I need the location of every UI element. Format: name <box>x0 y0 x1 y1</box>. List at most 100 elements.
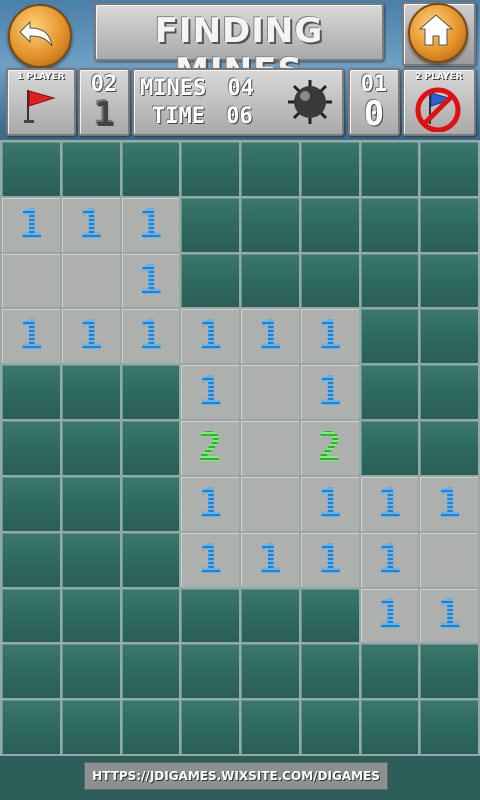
cell-number: 1 <box>78 313 103 360</box>
cell-revealed[interactable]: 1 <box>241 309 299 364</box>
cell-hidden[interactable] <box>420 365 478 420</box>
cell-revealed[interactable] <box>241 365 299 420</box>
cell-hidden[interactable] <box>300 588 359 643</box>
cell-revealed[interactable]: 1 <box>360 476 419 531</box>
cell-revealed[interactable]: 1 <box>300 476 359 531</box>
cell-hidden[interactable] <box>121 142 180 196</box>
cell-revealed[interactable] <box>2 253 60 308</box>
cell-hidden[interactable] <box>121 532 180 587</box>
cell-hidden[interactable] <box>420 197 478 252</box>
cell-hidden[interactable] <box>61 644 120 699</box>
cell-hidden[interactable] <box>61 142 120 196</box>
home-button[interactable] <box>408 3 468 63</box>
cell-hidden[interactable] <box>181 644 239 699</box>
cell-hidden[interactable] <box>300 253 359 308</box>
cell-revealed[interactable]: 1 <box>360 532 419 587</box>
cell-revealed[interactable] <box>61 253 120 308</box>
cell-hidden[interactable] <box>61 476 120 531</box>
player2-flags: 0 <box>363 94 385 134</box>
cell-hidden[interactable] <box>420 309 478 364</box>
cell-hidden[interactable] <box>61 588 120 643</box>
cell-hidden[interactable] <box>420 253 478 308</box>
cell-hidden[interactable] <box>121 476 180 531</box>
cell-hidden[interactable] <box>360 421 419 475</box>
cell-hidden[interactable] <box>360 197 419 252</box>
cell-revealed[interactable]: 1 <box>2 197 60 252</box>
cell-hidden[interactable] <box>360 700 419 754</box>
cell-number: 1 <box>138 257 163 304</box>
cell-hidden[interactable] <box>181 588 239 643</box>
cell-hidden[interactable] <box>360 309 419 364</box>
cell-revealed[interactable]: 1 <box>360 588 419 643</box>
cell-hidden[interactable] <box>121 588 180 643</box>
cell-revealed[interactable]: 2 <box>181 421 239 475</box>
cell-hidden[interactable] <box>2 421 60 475</box>
player2-panel[interactable]: 2 PLAYER <box>402 68 476 136</box>
cell-hidden[interactable] <box>420 142 478 196</box>
cell-hidden[interactable] <box>2 476 60 531</box>
cell-hidden[interactable] <box>360 644 419 699</box>
cell-revealed[interactable]: 1 <box>121 253 180 308</box>
cell-hidden[interactable] <box>2 532 60 587</box>
cell-hidden[interactable] <box>121 365 180 420</box>
cell-hidden[interactable] <box>241 644 299 699</box>
player1-flags: 1 <box>80 94 128 134</box>
cell-hidden[interactable] <box>360 142 419 196</box>
cell-hidden[interactable] <box>2 142 60 196</box>
cell-revealed[interactable]: 1 <box>61 197 120 252</box>
cell-revealed[interactable] <box>241 421 299 475</box>
cell-revealed[interactable]: 1 <box>121 309 180 364</box>
cell-hidden[interactable] <box>61 700 120 754</box>
cell-hidden[interactable] <box>121 700 180 754</box>
cell-hidden[interactable] <box>181 700 239 754</box>
cell-hidden[interactable] <box>181 142 239 196</box>
cell-revealed[interactable]: 1 <box>300 532 359 587</box>
cell-revealed[interactable] <box>241 476 299 531</box>
footer-url[interactable]: HTTPS://JDIGAMES.WIXSITE.COM/DIGAMES <box>92 769 380 783</box>
cell-hidden[interactable] <box>61 421 120 475</box>
cell-revealed[interactable]: 1 <box>2 309 60 364</box>
cell-revealed[interactable]: 1 <box>181 365 239 420</box>
cell-hidden[interactable] <box>360 365 419 420</box>
cell-revealed[interactable]: 1 <box>61 309 120 364</box>
cell-revealed[interactable]: 1 <box>300 309 359 364</box>
cell-revealed[interactable]: 1 <box>241 532 299 587</box>
cell-hidden[interactable] <box>241 142 299 196</box>
cell-revealed[interactable] <box>420 532 478 587</box>
cell-hidden[interactable] <box>121 644 180 699</box>
cell-revealed[interactable]: 1 <box>181 476 239 531</box>
cell-hidden[interactable] <box>61 365 120 420</box>
cell-hidden[interactable] <box>420 700 478 754</box>
player1-label: 1 PLAYER <box>17 72 65 82</box>
cell-revealed[interactable]: 1 <box>121 197 180 252</box>
cell-revealed[interactable]: 1 <box>420 588 478 643</box>
player1-panel[interactable]: 1 PLAYER <box>6 68 76 136</box>
cell-hidden[interactable] <box>181 253 239 308</box>
cell-hidden[interactable] <box>2 644 60 699</box>
cell-hidden[interactable] <box>241 253 299 308</box>
cell-hidden[interactable] <box>360 253 419 308</box>
cell-revealed[interactable]: 1 <box>181 309 239 364</box>
cell-hidden[interactable] <box>2 700 60 754</box>
cell-hidden[interactable] <box>2 588 60 643</box>
cell-hidden[interactable] <box>241 588 299 643</box>
cell-hidden[interactable] <box>2 365 60 420</box>
cell-revealed[interactable]: 1 <box>420 476 478 531</box>
cell-revealed[interactable]: 1 <box>181 532 239 587</box>
cell-hidden[interactable] <box>181 197 239 252</box>
cell-hidden[interactable] <box>300 142 359 196</box>
cell-number: 2 <box>198 424 223 471</box>
cell-hidden[interactable] <box>420 644 478 699</box>
cell-revealed[interactable]: 1 <box>300 365 359 420</box>
back-button[interactable] <box>8 4 72 68</box>
cell-revealed[interactable]: 2 <box>300 421 359 475</box>
cell-hidden[interactable] <box>241 700 299 754</box>
cell-hidden[interactable] <box>300 197 359 252</box>
cell-hidden[interactable] <box>300 700 359 754</box>
cell-hidden[interactable] <box>61 532 120 587</box>
footer-link-bar[interactable]: HTTPS://JDIGAMES.WIXSITE.COM/DIGAMES <box>84 762 388 790</box>
cell-hidden[interactable] <box>121 421 180 475</box>
cell-hidden[interactable] <box>241 197 299 252</box>
cell-hidden[interactable] <box>420 421 478 475</box>
cell-hidden[interactable] <box>300 644 359 699</box>
